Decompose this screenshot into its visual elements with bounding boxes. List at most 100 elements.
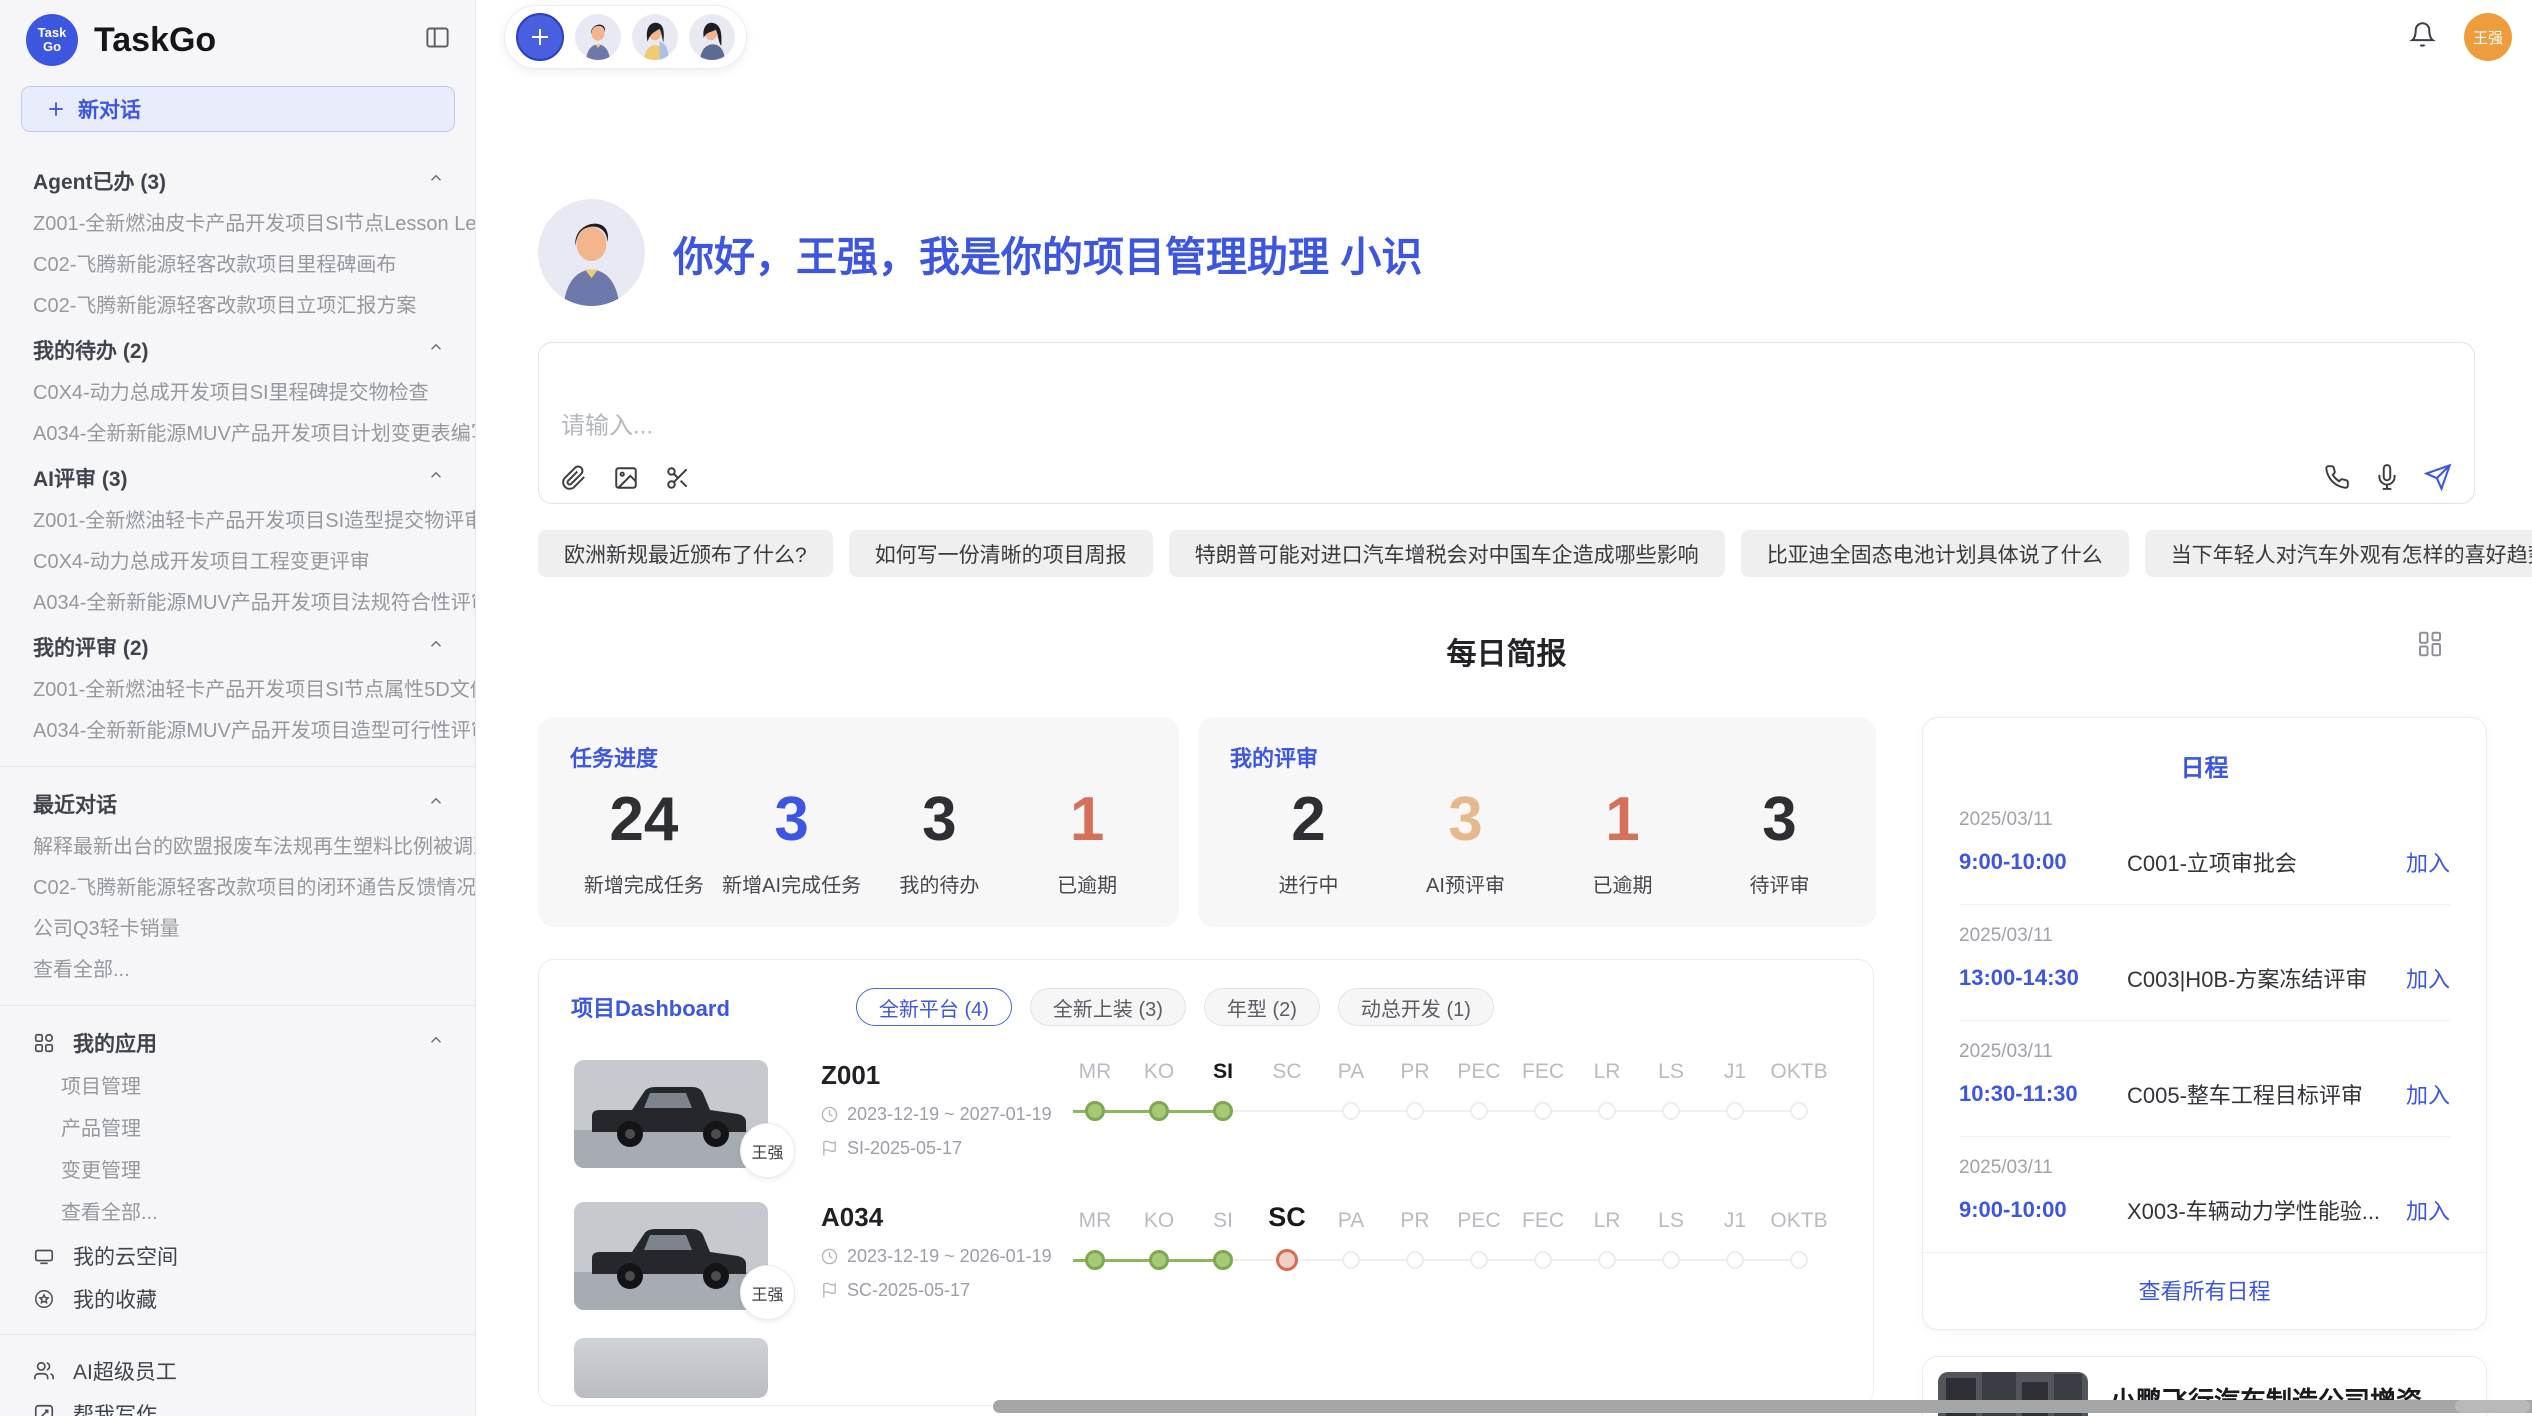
join-link[interactable]: 加入 (2406, 846, 2450, 878)
schedule-entry[interactable]: 2025/03/11 9:00-10:00 X003-车辆动力学性能验... 加… (1959, 1137, 2450, 1252)
apps-view-all[interactable]: 查看全部... (0, 1192, 475, 1234)
suggestion-chip[interactable]: 如何写一份清晰的项目周报 (849, 530, 1153, 577)
schedule-name: C003|H0B-方案冻结评审 (2127, 962, 2406, 994)
suggestion-chip[interactable]: 当下年轻人对汽车外观有怎样的喜好趋势 (2145, 530, 2532, 577)
stat-cell: 3 AI预评审 (1387, 783, 1544, 898)
list-item[interactable]: 公司Q3轻卡销量 (0, 909, 475, 950)
schedule-entry[interactable]: 2025/03/11 9:00-10:00 C001-立项审批会 加入 (1959, 789, 2450, 905)
project-row-z001[interactable]: 王强 Z001 2023-12-19 ~ 2027-01-19 (574, 1060, 1873, 1168)
schedule-list: 2025/03/11 9:00-10:00 C001-立项审批会 加入 2025… (1923, 783, 2486, 1252)
plus-icon (528, 25, 552, 49)
sidebar-collapse-icon[interactable] (424, 24, 451, 56)
right-column: 日程 2025/03/11 9:00-10:00 C001-立项审批会 加入 (1922, 717, 2487, 1416)
section-ai-review[interactable]: AI评审 (3) (0, 455, 475, 501)
main-area: 王强 你好，王强，我是你的项目管理助理 小识 请输入... (476, 0, 2532, 1416)
stat-label: 我的待办 (866, 869, 1014, 898)
list-item[interactable]: Z001-全新燃油皮卡产品开发项目SI节点Lesson Learn报告 (0, 204, 475, 245)
chat-input-box[interactable]: 请输入... (538, 342, 2475, 504)
list-item[interactable]: A034-全新新能源MUV产品开发项目法规符合性评审 (0, 583, 475, 624)
milestone-label: KO (1127, 1209, 1191, 1233)
left-column: 任务进度 24 新增完成任务 3 新增AI完成任务 (538, 717, 1876, 1406)
milestone-label: LS (1639, 1060, 1703, 1084)
milestone-label-current: SC (1255, 1202, 1319, 1233)
schedule-time: 9:00-10:00 (1959, 849, 2127, 875)
milestone-track (1063, 1239, 1843, 1283)
schedule-entry[interactable]: 2025/03/11 10:30-11:30 C005-整车工程目标评审 加入 (1959, 1021, 2450, 1137)
list-item[interactable]: Z001-全新燃油轻卡产品开发项目SI造型提交物评审 (0, 501, 475, 542)
user-avatar[interactable]: 王强 (2464, 13, 2512, 61)
dashboard-columns: 任务进度 24 新增完成任务 3 新增AI完成任务 (538, 717, 2475, 1416)
apps-grid-icon (33, 1032, 55, 1054)
suggestion-chip[interactable]: 比亚迪全固态电池计划具体说了什么 (1741, 530, 2129, 577)
divider (0, 1005, 475, 1006)
tab-model-year[interactable]: 年型 (2) (1204, 988, 1320, 1026)
task-progress-card: 任务进度 24 新增完成任务 3 新增AI完成任务 (538, 717, 1179, 927)
app-item-change-mgmt[interactable]: 变更管理 (0, 1150, 475, 1192)
notification-bell-icon[interactable] (2409, 21, 2436, 53)
project-flag: SC-2025-05-17 (821, 1280, 1061, 1301)
milestone-label: OKTB (1767, 1209, 1831, 1233)
my-cloud-space[interactable]: 我的云空间 (0, 1234, 475, 1277)
layout-grid-icon[interactable] (2415, 629, 2445, 664)
app-item-project-mgmt[interactable]: 项目管理 (0, 1066, 475, 1108)
list-item[interactable]: C02-飞腾新能源轻客改款项目的闭环通告反馈情况 (0, 868, 475, 909)
list-item[interactable]: 解释最新出台的欧盟报废车法规再生塑料比例被调至15%... (0, 827, 475, 868)
assistant-avatar (538, 199, 645, 306)
ai-super-staff[interactable]: AI超级员工 (0, 1349, 475, 1392)
join-link[interactable]: 加入 (2406, 1194, 2450, 1226)
list-item[interactable]: C0X4-动力总成开发项目SI里程碑提交物检查 (0, 373, 475, 414)
section-title: AI评审 (3) (33, 463, 128, 493)
agent-switcher (504, 5, 747, 69)
horizontal-scrollbar-end[interactable] (2455, 1400, 2530, 1413)
recent-view-all[interactable]: 查看全部... (0, 950, 475, 991)
schedule-entry[interactable]: 2025/03/11 13:00-14:30 C003|H0B-方案冻结评审 加… (1959, 905, 2450, 1021)
phone-icon[interactable] (2324, 464, 2350, 490)
scissors-icon[interactable] (665, 465, 691, 491)
project-row-a034[interactable]: 王强 A034 2023-12-19 ~ 2026-01-19 (574, 1202, 1873, 1310)
paperclip-icon[interactable] (561, 465, 587, 491)
my-favorites[interactable]: 我的收藏 (0, 1277, 475, 1320)
sidebar-header: Task Go TaskGo (0, 0, 475, 66)
list-item[interactable]: C0X4-动力总成开发项目工程变更评审 (0, 542, 475, 583)
list-item[interactable]: A034-全新新能源MUV产品开发项目计划变更表编写 (0, 414, 475, 455)
list-item[interactable]: Z001-全新燃油轻卡产品开发项目SI节点属性5D文件评审 (0, 670, 475, 711)
my-apps-row[interactable]: 我的应用 (0, 1020, 475, 1066)
milestone-label: MR (1063, 1209, 1127, 1233)
agent-avatar-1[interactable] (575, 14, 621, 60)
agent-avatar-2[interactable] (632, 14, 678, 60)
mic-icon[interactable] (2374, 464, 2400, 490)
schedule-title: 日程 (1923, 748, 2486, 783)
list-item[interactable]: C02-飞腾新能源轻客改款项目里程碑画布 (0, 245, 475, 286)
composer-left-icons (561, 465, 691, 491)
image-icon[interactable] (613, 465, 639, 491)
project-date-range: 2023-12-19 ~ 2027-01-19 (847, 1104, 1052, 1125)
milestone-label: OKTB (1767, 1060, 1831, 1084)
section-my-review[interactable]: 我的评审 (2) (0, 624, 475, 670)
join-link[interactable]: 加入 (2406, 962, 2450, 994)
section-agent-done[interactable]: Agent已办 (3) (0, 158, 475, 204)
section-recent-chats[interactable]: 最近对话 (0, 781, 475, 827)
tab-new-body[interactable]: 全新上装 (3) (1030, 988, 1186, 1026)
list-item[interactable]: A034-全新新能源MUV产品开发项目造型可行性评审 (0, 711, 475, 752)
tab-powertrain[interactable]: 动总开发 (1) (1338, 988, 1494, 1026)
chevron-up-icon (427, 635, 445, 659)
horizontal-scrollbar-thumb[interactable] (993, 1400, 2532, 1413)
stat-value: 2 (1230, 783, 1387, 857)
tab-new-platform[interactable]: 全新平台 (4) (856, 988, 1012, 1026)
list-item[interactable]: C02-飞腾新能源轻客改款项目立项汇报方案 (0, 286, 475, 327)
send-icon[interactable] (2424, 463, 2452, 491)
app-item-product-mgmt[interactable]: 产品管理 (0, 1108, 475, 1150)
agent-avatar-3[interactable] (689, 14, 735, 60)
add-agent-button[interactable] (516, 13, 564, 61)
new-chat-button[interactable]: 新对话 (21, 86, 455, 132)
join-link[interactable]: 加入 (2406, 1078, 2450, 1110)
topbar-right: 王强 (2409, 13, 2512, 61)
help-me-write[interactable]: 帮我写作 (0, 1392, 475, 1416)
suggestion-chip[interactable]: 特朗普可能对进口汽车增税会对中国车企造成哪些影响 (1169, 530, 1725, 577)
app-root: Task Go TaskGo 新对话 Agent已办 (3) Z001-全新燃油… (0, 0, 2532, 1416)
my-apps-label: 我的应用 (73, 1028, 157, 1058)
view-all-schedule-link[interactable]: 查看所有日程 (1923, 1252, 2486, 1329)
suggestion-chip[interactable]: 欧洲新规最近颁布了什么? (538, 530, 833, 577)
main-content: 你好，王强，我是你的项目管理助理 小识 请输入... 欧洲新规最近颁布了什么? … (476, 0, 2532, 1416)
section-my-todo[interactable]: 我的待办 (2) (0, 327, 475, 373)
